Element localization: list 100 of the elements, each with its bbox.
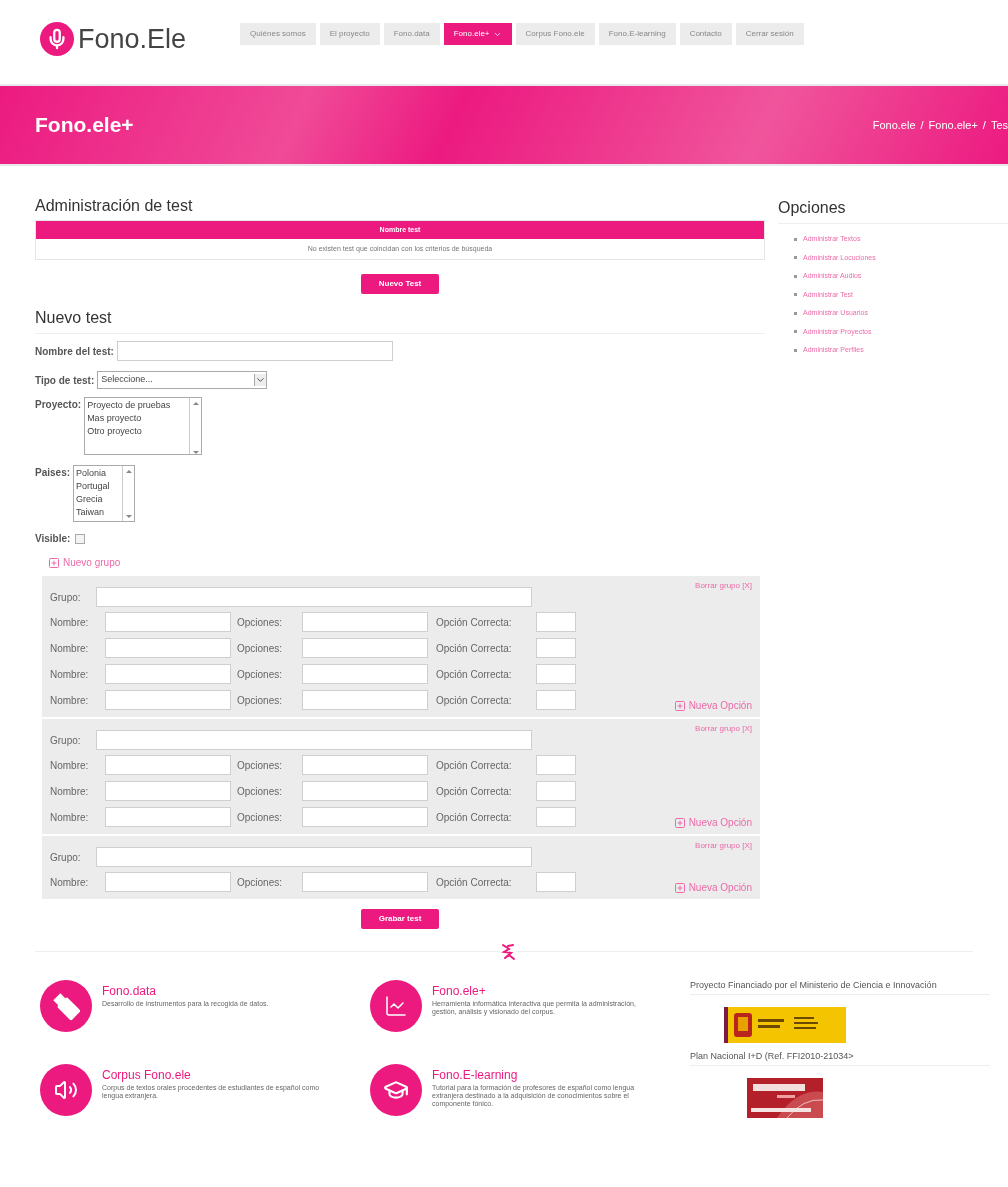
feature-title[interactable]: Fono.data	[102, 982, 332, 1000]
field-label: Opción Correcta:	[436, 615, 513, 630]
ornament-icon	[500, 943, 516, 961]
new-option-link[interactable]: Nueva Opción	[673, 880, 752, 895]
new-group-link[interactable]: Nuevo grupo	[48, 555, 121, 570]
nav-tab[interactable]: Fono.ele+	[443, 23, 512, 45]
funding-text: Proyecto Financiado por el Ministerio de Ciencia e Innovación	[690, 980, 990, 995]
input-field[interactable]	[105, 755, 231, 775]
field-label: Proyecto:	[35, 398, 82, 412]
input-field[interactable]	[302, 781, 428, 801]
list-option[interactable]: Portugal	[76, 480, 123, 493]
list-box[interactable]: Polonia Portugal Grecia Taiwan	[73, 465, 136, 522]
input-field[interactable]	[105, 807, 231, 827]
list-option[interactable]: Grecia	[76, 493, 123, 506]
section-heading: Nuevo test	[35, 306, 765, 334]
input-field[interactable]	[105, 638, 231, 658]
input-field[interactable]	[536, 690, 576, 710]
nav-tab[interactable]: Cerrar sesión	[735, 23, 804, 45]
input-field[interactable]	[302, 690, 428, 710]
input-field[interactable]	[536, 807, 576, 827]
input-field[interactable]	[105, 872, 231, 892]
input-field[interactable]	[536, 872, 576, 892]
input-field[interactable]	[302, 638, 428, 658]
list-option[interactable]: Otro proyecto	[87, 425, 190, 438]
microphone-logo-icon	[40, 22, 74, 56]
feature-title[interactable]: Fono.ele+	[432, 982, 662, 1000]
nav-tab[interactable]: Contacto	[679, 23, 732, 45]
graduation-cap-icon	[370, 1064, 422, 1116]
bullet-icon	[794, 311, 797, 315]
nav-tab[interactable]: Fono.E-learning	[598, 23, 676, 45]
field-label: Opciones:	[237, 810, 284, 825]
breadcrumb-link[interactable]: Fono.ele+	[928, 116, 978, 134]
input-field[interactable]	[536, 612, 576, 632]
breadcrumb-separator: /	[982, 117, 986, 133]
breadcrumb-link[interactable]: Tes	[990, 116, 1008, 134]
delete-group-link[interactable]: Borrar grupo [X]	[695, 723, 752, 735]
feature-title[interactable]: Fono.E-learning	[432, 1066, 662, 1084]
test-type-select[interactable]: Seleccione...	[97, 371, 268, 389]
scrollbar-icon[interactable]	[189, 398, 202, 454]
bullet-icon	[794, 330, 797, 334]
new-option-link[interactable]: Nueva Opción	[673, 815, 752, 830]
group-name-field[interactable]	[96, 847, 532, 867]
field-label: Tipo de test:	[35, 373, 95, 388]
group-name-field[interactable]	[96, 587, 532, 607]
new-test-button[interactable]: Nuevo Test	[360, 274, 440, 294]
usb-drive-icon	[40, 980, 92, 1032]
field-label: Opciones:	[237, 758, 284, 773]
field-label: Nombre:	[50, 693, 90, 708]
input-field[interactable]	[105, 690, 231, 710]
group-name-field[interactable]	[96, 730, 532, 750]
input-field[interactable]	[536, 755, 576, 775]
field-label: Nombre:	[50, 641, 90, 656]
field-label: Nombre:	[50, 784, 90, 799]
breadcrumb-separator: /	[920, 117, 924, 133]
field-label: Opción Correcta:	[436, 641, 513, 656]
field-label: Opciones:	[237, 641, 284, 656]
field-label: Opción Correcta:	[436, 693, 513, 708]
input-field[interactable]	[536, 781, 576, 801]
line-chart-icon	[370, 980, 422, 1032]
nav-tab[interactable]: Quiénes somos	[240, 23, 316, 45]
field-label: Nombre:	[50, 810, 90, 825]
bullet-icon	[794, 293, 797, 297]
input-field[interactable]	[105, 781, 231, 801]
list-option[interactable]: Polonia	[76, 467, 123, 480]
field-label: Opciones:	[237, 875, 284, 890]
site-logo-text: Fono.Ele	[78, 22, 187, 56]
input-field[interactable]	[302, 872, 428, 892]
input-field[interactable]	[105, 612, 231, 632]
scrollbar-icon[interactable]	[122, 466, 135, 521]
section-heading: Administración de test	[35, 196, 194, 216]
input-field[interactable]	[302, 807, 428, 827]
list-option[interactable]: Proyecto de pruebas	[87, 399, 190, 412]
input-field[interactable]	[302, 755, 428, 775]
visible-checkbox[interactable]	[75, 533, 86, 544]
list-option[interactable]: Mas proyecto	[87, 412, 190, 425]
field-label: Opciones:	[237, 693, 284, 708]
list-box[interactable]: Proyecto de pruebas Mas proyecto Otro proyecto	[84, 397, 203, 455]
delete-group-link[interactable]: Borrar grupo [X]	[695, 840, 752, 852]
bullet-icon	[794, 274, 797, 278]
add-icon	[673, 699, 686, 712]
save-test-button[interactable]: Grabar test	[360, 909, 440, 929]
delete-group-link[interactable]: Borrar grupo [X]	[695, 580, 752, 592]
field-label: Opción Correcta:	[436, 810, 513, 825]
bullet-icon	[794, 237, 797, 241]
input-field[interactable]	[536, 638, 576, 658]
list-option[interactable]: Taiwan	[76, 506, 123, 519]
input-field[interactable]	[105, 664, 231, 684]
feature-title[interactable]: Corpus Fono.ele	[102, 1066, 332, 1084]
input-field[interactable]	[302, 664, 428, 684]
nav-tab[interactable]: Corpus Fono.ele	[515, 23, 595, 45]
input-field[interactable]	[302, 612, 428, 632]
new-option-link[interactable]: Nueva Opción	[673, 698, 752, 713]
breadcrumb-link[interactable]: Fono.ele	[872, 116, 916, 134]
input-field[interactable]	[536, 664, 576, 684]
field-label: Visible:	[35, 532, 71, 546]
nav-tab[interactable]: El proyecto	[319, 23, 380, 45]
nav-tab[interactable]: Fono.data	[383, 23, 440, 45]
test-name-field[interactable]	[116, 341, 393, 361]
field-label: Nombre del test:	[35, 344, 114, 359]
bullet-icon	[794, 256, 797, 260]
